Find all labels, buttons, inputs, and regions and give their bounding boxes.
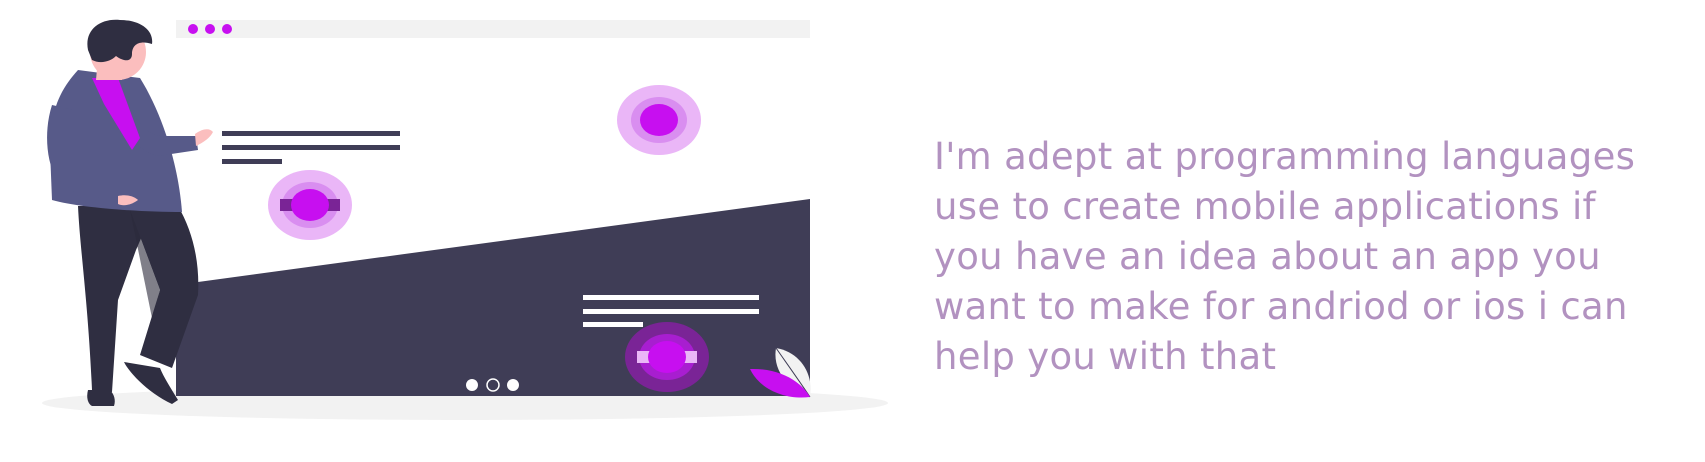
browser-dot (188, 24, 198, 34)
carousel-dot (507, 379, 519, 391)
browser-top-bar (176, 20, 810, 38)
text-lines-upper (222, 131, 400, 164)
browser-window-dots (188, 24, 232, 34)
browser-dot (222, 24, 232, 34)
browser-dot (205, 24, 215, 34)
target-icon (617, 85, 701, 155)
target-icon (625, 322, 709, 392)
target-icon (268, 170, 352, 240)
carousel-dot (466, 379, 478, 391)
developer-illustration (42, 19, 888, 420)
intro-paragraph: I'm adept at programming languages use t… (934, 135, 1636, 378)
